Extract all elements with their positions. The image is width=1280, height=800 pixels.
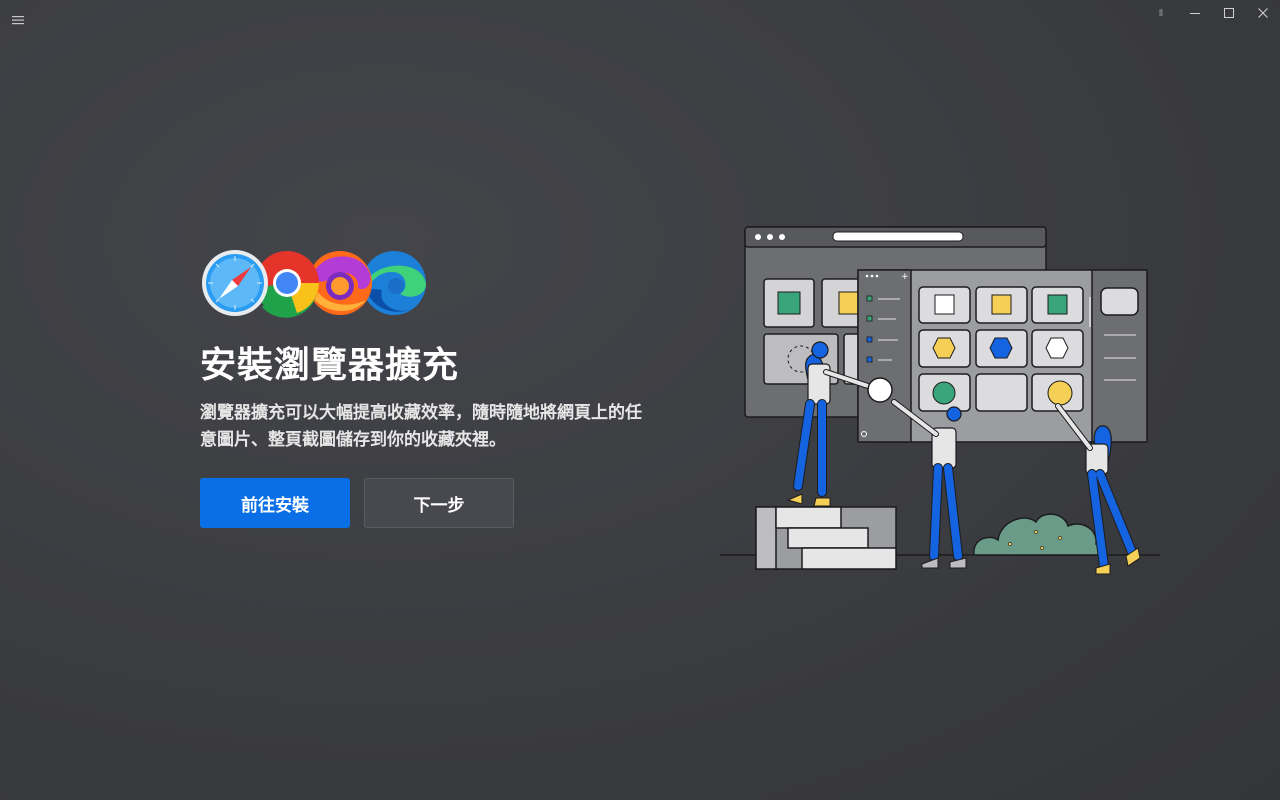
stairs <box>755 506 897 570</box>
page-description: 瀏覽器擴充可以大幅提高收藏效率，隨時隨地將網頁上的任意圖片、整頁截圖儲存到你的收… <box>200 403 642 450</box>
bush <box>973 513 1108 556</box>
close-icon <box>1258 8 1268 18</box>
collection-illustration: + <box>720 226 1160 575</box>
safari-logo-icon <box>202 250 268 316</box>
maximize-button[interactable] <box>1212 0 1246 26</box>
install-button[interactable]: 前往安裝 <box>200 478 350 528</box>
maximize-icon <box>1224 8 1234 18</box>
svg-text:+: + <box>901 272 909 282</box>
intro-panel: 安裝瀏覽器擴充 瀏覽器擴充可以大幅提高收藏效率，隨時隨地將網頁上的任意圖片、整頁… <box>200 248 660 528</box>
front-app-window: + <box>857 269 1148 443</box>
minimize-icon <box>1190 13 1200 14</box>
browser-logos <box>202 250 426 318</box>
pin-button[interactable] <box>1144 0 1178 26</box>
action-buttons: 前往安裝 下一步 <box>200 478 660 528</box>
pin-icon <box>1159 9 1163 16</box>
hamburger-icon <box>12 16 24 25</box>
next-step-button[interactable]: 下一步 <box>364 478 514 528</box>
window-controls <box>1144 0 1280 26</box>
page-title: 安裝瀏覽器擴充 <box>200 345 460 386</box>
minimize-button[interactable] <box>1178 0 1212 26</box>
menu-button[interactable] <box>10 12 26 28</box>
close-button[interactable] <box>1246 0 1280 26</box>
